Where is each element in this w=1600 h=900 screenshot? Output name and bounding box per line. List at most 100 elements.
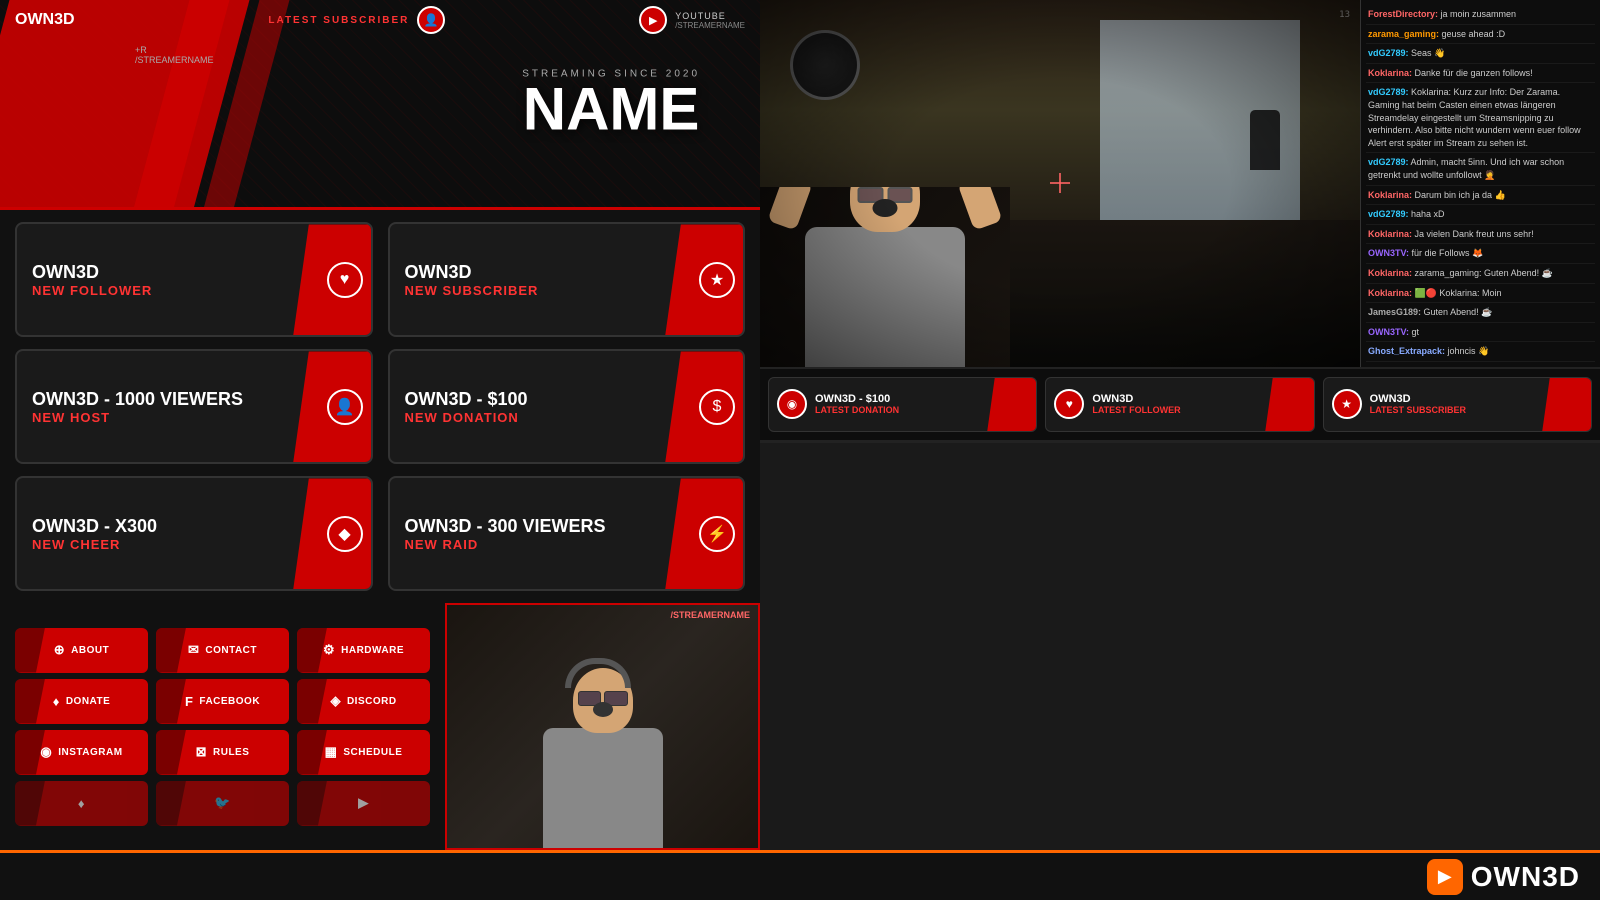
host-icon: 👤 [327, 389, 363, 425]
btn-row-3: ◉ INSTAGRAM ⊠ RULES ▦ SCHEDULE [15, 730, 430, 775]
sub-name: /STREAMERNAME [135, 55, 214, 65]
dark-overlay [156, 730, 186, 775]
new-follower-card: ♥ OWN3D NEW FOLLOWER [15, 222, 373, 337]
ep-red-br [1080, 440, 1178, 443]
op-red-br [1518, 440, 1600, 443]
schedule-label: SCHEDULE [343, 747, 402, 758]
donate-icon: ♦ [53, 694, 60, 709]
health-display: 34 [780, 320, 798, 333]
offline-panel: STREAM IS CURRENTLY OFFLINE FACEBOOK TWI… [1179, 440, 1600, 443]
lens-right [887, 187, 913, 203]
top-bar: OWN3D LATEST SUBSCRIBER 👤 ▶ YOUTUBE /STR… [0, 0, 760, 40]
footer-bar: ▶ OWN3D [0, 850, 1600, 900]
instagram-icon: ◉ [40, 744, 52, 760]
webcam-area: /STREAMERNAME [445, 603, 760, 850]
latest-sub-label: LATEST SUBSCRIBER [268, 15, 409, 26]
sub-avatar-icon: 👤 [417, 6, 445, 34]
donate-label: DONATE [66, 696, 110, 707]
streamer-head [850, 187, 920, 232]
streamer-figure [805, 187, 965, 367]
crosshair-hud [1050, 173, 1070, 193]
instagram-label: INSTAGRAM [58, 747, 122, 758]
latest-subscriber-alert: ★ OWN3D LATEST SUBSCRIBER [1323, 377, 1592, 432]
raid-info: OWN3D - 300 viewers NEW RAID [405, 516, 606, 552]
new-raid-card: ⚡ OWN3D - 300 viewers NEW RAID [388, 476, 746, 591]
extra-icon-2: 🐦 [214, 795, 231, 811]
subscriber-type: NEW SUBSCRIBER [405, 283, 539, 298]
contact-button[interactable]: ✉ CONTACT [156, 628, 289, 673]
yt-handle: /STREAMERNAME [675, 21, 745, 30]
btn-row-4: ♦ 🐦 ▶ [15, 781, 430, 826]
cam-overlay-bg [760, 187, 1010, 367]
chat-message: ForestDirectory: ja moin zusammen [1366, 5, 1595, 25]
subscriber-info: OWN3D NEW SUBSCRIBER [405, 262, 539, 298]
dark-overlay [15, 781, 45, 826]
subscriber-name: OWN3D [405, 262, 539, 283]
ep-red-tl [760, 440, 858, 443]
arm-left [767, 187, 812, 231]
extra-btn-2[interactable]: 🐦 [156, 781, 289, 826]
webcam-feed [447, 605, 758, 848]
host-info: OWN3D - 1000 viewers NEW HOST [32, 389, 243, 425]
btn-row-1: ⊕ ABOUT ✉ CONTACT ⚙ HARDWARE [15, 628, 430, 673]
facebook-button[interactable]: f FACEBOOK [156, 679, 289, 724]
op-red-tl [1179, 440, 1304, 443]
dark-overlay [297, 679, 327, 724]
dark-overlay [297, 781, 327, 826]
chat-message: Koklarina: Darum bin ich ja da 👍 [1366, 186, 1595, 206]
sub-count: +R [135, 45, 214, 55]
extra-btn-1[interactable]: ♦ [15, 781, 148, 826]
left-bottom-section: ⊕ ABOUT ✉ CONTACT ⚙ HARDWARE [0, 603, 760, 850]
enemy-silhouette [1250, 110, 1280, 170]
glasses-live [858, 187, 913, 203]
cheer-icon: ◆ [327, 516, 363, 552]
alert-row-3: ◆ OWN3D - x300 NEW CHEER ⚡ OWN3D - 300 v… [15, 476, 745, 591]
schedule-button[interactable]: ▦ SCHEDULE [297, 730, 430, 775]
follower-icon: ♥ [327, 262, 363, 298]
latest-donation-alert: ◉ OWN3D - $100 LATEST DONATION [768, 377, 1037, 432]
contact-label: CONTACT [205, 645, 257, 656]
extra-btn-3[interactable]: ▶ [297, 781, 430, 826]
rules-button[interactable]: ⊠ RULES [156, 730, 289, 775]
discord-icon: ◈ [330, 693, 341, 709]
subscriber-ba-type: LATEST SUBSCRIBER [1370, 405, 1466, 415]
follower-ba-icon: ♥ [1054, 389, 1084, 419]
donation-ba-type: LATEST DONATION [815, 405, 899, 415]
chat-message: Koklarina: 🟩🔴 Koklarina: Moin [1366, 284, 1595, 304]
chat-message: OWN3TV: gt [1366, 323, 1595, 343]
new-cheer-card: ◆ OWN3D - x300 NEW CHEER [15, 476, 373, 591]
dark-overlay [156, 781, 186, 826]
subscriber-ba-info: OWN3D LATEST SUBSCRIBER [1370, 393, 1466, 415]
hardware-icon: ⚙ [323, 642, 335, 658]
brand-left: OWN3D [0, 11, 90, 29]
dark-overlay [156, 628, 186, 673]
about-button[interactable]: ⊕ ABOUT [15, 628, 148, 673]
discord-button[interactable]: ◈ DISCORD [297, 679, 430, 724]
dark-overlay [297, 730, 327, 775]
nav-buttons-area: ⊕ ABOUT ✉ CONTACT ⚙ HARDWARE [0, 603, 445, 850]
streamer-silhouette [543, 668, 663, 848]
contact-icon: ✉ [188, 642, 199, 658]
donation-icon: $ [699, 389, 735, 425]
chat-message: JamesG189: Guten Abend! ☕ [1366, 303, 1595, 323]
streamer-info: STREAMING SINCE 2020 NAME [522, 68, 700, 139]
dark-overlay [156, 679, 186, 724]
follower-name: OWN3D [32, 262, 152, 283]
hud-top-right: 13 [1339, 10, 1350, 20]
streamer-torso [805, 227, 965, 367]
instagram-button[interactable]: ◉ INSTAGRAM [15, 730, 148, 775]
own3d-play-icon: ▶ [1427, 859, 1463, 895]
donate-button[interactable]: ♦ DONATE [15, 679, 148, 724]
main-layout: OWN3D LATEST SUBSCRIBER 👤 ▶ YOUTUBE /STR… [0, 0, 1600, 900]
webcam-handle: /STREAMERNAME [670, 610, 750, 620]
dark-overlay [15, 628, 45, 673]
chat-message: Ghost_Extrapack: johncis 👋 [1366, 342, 1595, 362]
extra-icon-1: ♦ [78, 796, 85, 811]
live-bottom-alerts: ◉ OWN3D - $100 LATEST DONATION ♥ OWN3D L… [760, 367, 1600, 440]
hud-bottom: 34 110 [780, 320, 798, 347]
cam-body [543, 728, 663, 848]
new-donation-card: $ OWN3D - $100 NEW DONATION [388, 349, 746, 464]
hardware-button[interactable]: ⚙ HARDWARE [297, 628, 430, 673]
ba-red-1 [988, 378, 1038, 431]
follower-ba-name: OWN3D [1092, 393, 1180, 405]
